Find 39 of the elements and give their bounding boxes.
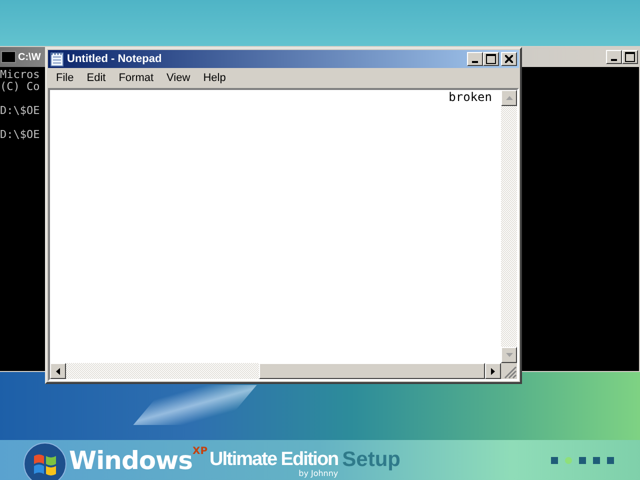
menu-item[interactable]: View [160,72,198,84]
brand-text: Windows [69,446,192,474]
edition-text: Ultimate Edition [210,448,338,470]
window-title: C:\W [18,52,41,62]
console-line: D:\$OE [0,105,40,117]
window-title: Untitled - Notepad [67,53,162,65]
menu-item[interactable]: Edit [80,72,113,84]
down-arrow-icon [506,353,512,357]
console-line: (C) Co [0,81,40,93]
left-arrow-icon [56,368,60,374]
version-text: XP [192,446,208,457]
document-text: broken [448,90,492,105]
scroll-down-button[interactable] [501,347,517,363]
notepad-icon [50,51,64,67]
console-icon [1,51,16,63]
close-button[interactable] [501,52,517,66]
horizontal-scrollbar[interactable] [50,363,501,379]
resize-grip-icon[interactable] [501,363,517,379]
setup-text: Setup [342,448,401,472]
windows-logo-icon [23,442,67,480]
scroll-up-button[interactable] [501,90,517,106]
up-arrow-icon [506,96,512,100]
console-line: Micros [0,69,40,81]
vertical-scrollbar[interactable] [501,90,517,363]
menu-item[interactable]: Help [197,72,233,84]
text-area[interactable]: broken [48,88,519,381]
scroll-thumb[interactable] [259,363,485,379]
menu-item[interactable]: Format [112,72,161,84]
console-line: D:\$OE [0,129,40,141]
minimize-button[interactable] [467,52,483,66]
minimize-button[interactable] [606,50,622,64]
byline-text: by Johnny [298,468,338,478]
maximize-button[interactable] [622,50,638,64]
maximize-button[interactable] [483,52,499,66]
close-icon [505,55,513,63]
scroll-left-button[interactable] [50,363,66,379]
right-arrow-icon [491,368,495,374]
scroll-right-button[interactable] [485,363,501,379]
menu-item[interactable]: File [50,72,81,84]
